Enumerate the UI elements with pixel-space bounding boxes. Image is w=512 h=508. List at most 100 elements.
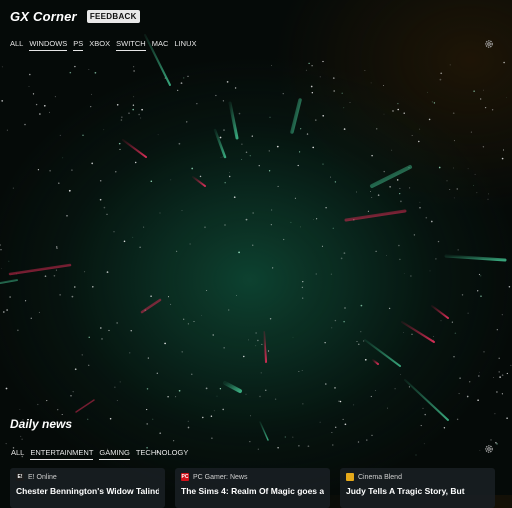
daily-news-heading: Daily news xyxy=(10,417,73,431)
star xyxy=(470,131,472,133)
star xyxy=(311,92,313,94)
tab-platform-mac[interactable]: MAC xyxy=(152,39,169,51)
news-card[interactable]: E! E! Online Chester Bennington's Widow … xyxy=(10,468,165,508)
news-card[interactable]: PC PC Gamer: News The Sims 4: Realm Of M… xyxy=(175,468,330,508)
star xyxy=(307,445,310,448)
star xyxy=(319,76,321,78)
star xyxy=(344,307,346,309)
star xyxy=(177,89,179,91)
tab-platform-linux[interactable]: LINUX xyxy=(174,39,196,51)
star xyxy=(413,234,416,236)
star xyxy=(383,84,385,86)
star xyxy=(482,146,485,148)
star xyxy=(377,194,380,196)
star xyxy=(344,423,347,426)
star xyxy=(494,413,496,415)
star xyxy=(300,128,302,130)
star xyxy=(132,108,134,111)
gear-icon[interactable] xyxy=(484,39,494,49)
star xyxy=(234,87,237,89)
star xyxy=(428,118,431,121)
star xyxy=(299,151,301,153)
warp-background xyxy=(0,34,512,458)
tab-platform-xbox[interactable]: XBOX xyxy=(89,39,110,51)
star xyxy=(228,309,230,311)
star xyxy=(258,165,260,167)
star xyxy=(12,187,14,189)
star xyxy=(103,129,105,131)
tab-platform-windows[interactable]: WINDOWS xyxy=(29,39,68,51)
star xyxy=(483,89,484,91)
star xyxy=(435,258,437,260)
star xyxy=(366,439,368,441)
star xyxy=(250,415,251,417)
star xyxy=(71,295,74,298)
star xyxy=(321,245,323,247)
star xyxy=(466,395,469,398)
star xyxy=(302,281,304,283)
star xyxy=(301,370,303,371)
star xyxy=(332,444,334,446)
star xyxy=(121,116,123,118)
tab-platform-switch[interactable]: SWITCH xyxy=(116,39,146,51)
star xyxy=(251,135,253,137)
star xyxy=(408,386,410,388)
star xyxy=(1,66,3,68)
news-source: PC Gamer: News xyxy=(193,473,248,481)
star xyxy=(370,191,371,192)
star xyxy=(150,180,153,182)
star xyxy=(5,387,8,390)
star xyxy=(473,90,475,92)
star xyxy=(201,314,203,316)
star xyxy=(219,136,222,139)
star xyxy=(302,297,304,299)
star xyxy=(375,250,377,252)
star xyxy=(456,188,458,190)
star xyxy=(305,69,307,71)
tab-news-gaming[interactable]: GAMING xyxy=(99,448,130,460)
star xyxy=(138,113,140,116)
star xyxy=(113,231,115,233)
star xyxy=(499,376,501,378)
star xyxy=(181,210,183,212)
star xyxy=(1,100,4,102)
star xyxy=(506,417,508,419)
tab-platform-ps[interactable]: PS xyxy=(73,39,84,51)
star xyxy=(360,304,363,307)
pcgamer-icon: PC xyxy=(181,473,189,481)
star xyxy=(342,418,344,420)
star xyxy=(322,163,324,165)
news-source: Cinema Blend xyxy=(358,473,402,481)
star xyxy=(400,374,402,375)
star xyxy=(211,437,213,439)
star xyxy=(44,275,47,278)
star xyxy=(364,69,366,71)
news-card[interactable]: Cinema Blend Judy Tells A Tragic Story, … xyxy=(340,468,495,508)
star xyxy=(205,387,208,390)
tab-news-entertainment[interactable]: ENTERTAINMENT xyxy=(30,448,94,460)
star xyxy=(506,372,508,375)
gear-icon[interactable] xyxy=(484,444,494,454)
star xyxy=(114,386,116,388)
star xyxy=(498,371,500,373)
tab-news-all[interactable]: ALL xyxy=(11,448,24,460)
star xyxy=(419,201,421,203)
tab-news-technology[interactable]: TECHNOLOGY xyxy=(136,448,189,460)
tab-platform-all[interactable]: ALL xyxy=(10,39,23,51)
feedback-button[interactable]: FEEDBACK xyxy=(86,9,140,23)
star xyxy=(269,116,271,118)
star xyxy=(255,345,257,347)
star xyxy=(334,319,337,322)
star xyxy=(133,66,135,68)
star xyxy=(339,400,342,403)
star xyxy=(332,77,335,79)
star xyxy=(496,329,498,331)
star xyxy=(419,128,421,130)
star xyxy=(140,117,142,119)
star xyxy=(503,61,505,64)
star xyxy=(474,173,476,175)
star xyxy=(496,443,498,445)
star xyxy=(360,331,362,333)
star xyxy=(249,155,251,157)
star xyxy=(6,129,8,131)
